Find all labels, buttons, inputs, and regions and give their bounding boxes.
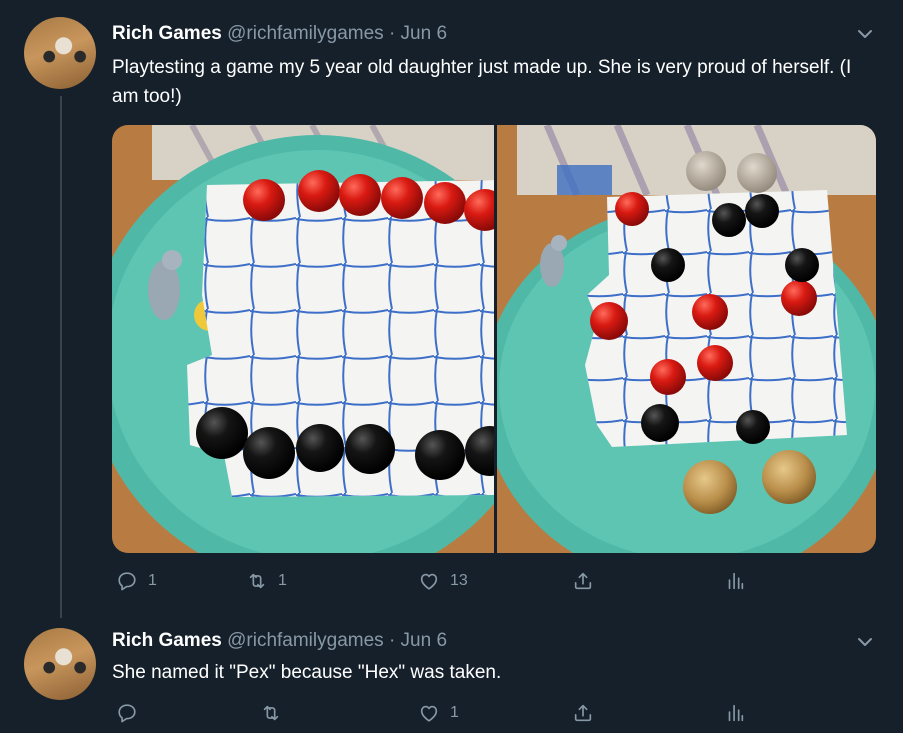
author-handle[interactable]: @richfamilygames	[227, 630, 384, 651]
avatar[interactable]	[24, 17, 96, 89]
tweet-actions: 1 1 13	[112, 568, 792, 594]
tweet-media[interactable]	[112, 125, 876, 553]
retweet-count: 1	[278, 572, 287, 589]
like-count: 1	[450, 704, 459, 721]
analytics-button[interactable]	[724, 568, 746, 594]
author-name[interactable]: Rich Games	[112, 630, 222, 651]
avatar[interactable]	[24, 628, 96, 700]
tweet-date[interactable]: Jun 6	[401, 630, 447, 651]
separator-dot: ·	[388, 630, 396, 651]
tweet-actions: 1	[112, 700, 792, 726]
share-icon	[574, 704, 592, 722]
thread-line	[60, 96, 62, 618]
reply-icon	[118, 704, 136, 723]
analytics-icon	[728, 704, 744, 722]
share-icon	[574, 572, 592, 590]
tweet-date[interactable]: Jun 6	[401, 23, 447, 44]
tweet[interactable]: Rich Games @richfamilygames · Jun 6 Play…	[0, 0, 903, 620]
like-icon	[420, 573, 438, 590]
like-button[interactable]: 13	[418, 568, 468, 594]
like-icon	[420, 705, 438, 722]
separator-dot: ·	[388, 23, 396, 44]
author-handle[interactable]: @richfamilygames	[227, 23, 384, 44]
retweet-icon	[249, 573, 265, 589]
retweet-button[interactable]: 1	[246, 568, 287, 594]
game-board-photo-start[interactable]	[112, 125, 494, 553]
chevron-down-icon[interactable]	[855, 632, 875, 652]
like-button[interactable]: 1	[418, 700, 459, 726]
tweet[interactable]: Rich Games @richfamilygames · Jun 6 She …	[0, 620, 903, 733]
analytics-button[interactable]	[724, 700, 746, 726]
retweet-button[interactable]	[260, 700, 292, 726]
game-board-photo-midgame[interactable]	[497, 125, 876, 553]
tweet-text: Playtesting a game my 5 year old daughte…	[112, 57, 852, 107]
tweet-text: She named it "Pex" because "Hex" was tak…	[112, 662, 502, 683]
share-button[interactable]	[572, 700, 594, 726]
tweet-header: Rich Games @richfamilygames · Jun 6	[112, 630, 447, 654]
tweet-header: Rich Games @richfamilygames · Jun 6	[112, 23, 447, 47]
analytics-icon	[728, 572, 744, 590]
author-name[interactable]: Rich Games	[112, 23, 222, 44]
chevron-down-icon[interactable]	[855, 24, 875, 44]
share-button[interactable]	[572, 568, 594, 594]
reply-button[interactable]: 1	[116, 568, 157, 594]
retweet-icon	[263, 705, 279, 721]
reply-button[interactable]	[116, 700, 148, 726]
reply-icon	[118, 572, 136, 591]
like-count: 13	[450, 572, 468, 589]
reply-count: 1	[148, 572, 157, 589]
